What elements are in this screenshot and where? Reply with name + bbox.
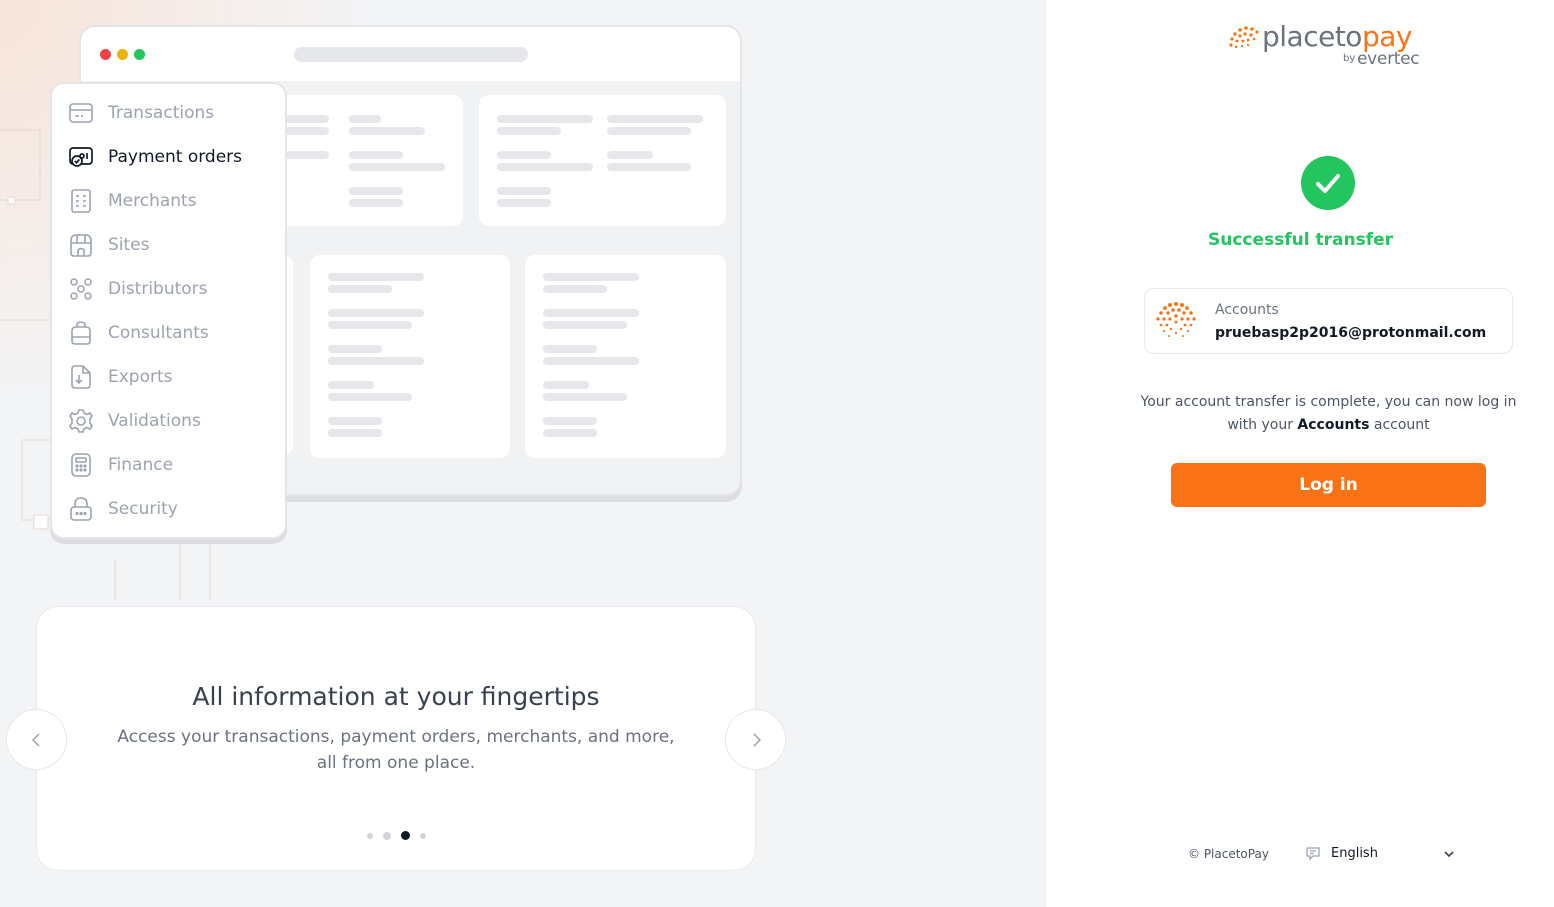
distributors-icon [66, 274, 96, 304]
skeleton-card [479, 95, 726, 226]
transfer-message: Your account transfer is complete, you c… [1132, 391, 1525, 437]
carousel-dot[interactable] [366, 832, 373, 839]
sidebar-item-label: Consultants [108, 323, 209, 343]
maximize-dot [134, 49, 145, 60]
brand-by: by [1343, 53, 1356, 64]
transfer-message-text-end: account [1369, 417, 1430, 433]
footer: © PlacetoPay English [1047, 845, 1554, 865]
sidebar-item-exports: Exports [66, 362, 173, 392]
right-panel: placetopay by evertec Successful transfe… [1047, 0, 1554, 907]
sidebar-item-label: Validations [108, 411, 201, 431]
briefcase-icon [66, 318, 96, 348]
sidebar-item-consultants: Consultants [66, 318, 209, 348]
placetopay-logo-mark [1229, 26, 1259, 49]
chat-bubble-icon [1306, 847, 1320, 861]
payment-orders-icon [66, 142, 96, 172]
sidebar-item-distributors: Distributors [66, 274, 208, 304]
lock-icon [66, 494, 96, 524]
calculator-icon [66, 450, 96, 480]
sidebar-item-label: Finance [108, 455, 174, 475]
account-label: Accounts [1215, 302, 1279, 318]
card-icon [66, 98, 96, 128]
copyright-text: © PlacetoPay [1188, 847, 1269, 861]
account-card: Accounts pruebasp2p2016@protonmail.com [1144, 288, 1513, 354]
minimize-dot [117, 49, 128, 60]
sidebar-item-label: Distributors [108, 279, 208, 299]
chevron-left-icon [31, 732, 40, 747]
carousel-dot-active[interactable] [400, 831, 410, 840]
account-email: pruebasp2p2016@protonmail.com [1215, 325, 1487, 341]
sidebar-item-label: Sites [108, 235, 150, 255]
carousel-dot[interactable] [419, 832, 426, 839]
sidebar-item-validations: Validations [66, 406, 201, 436]
merchants-icon [66, 186, 96, 216]
brand-parent: evertec [1357, 49, 1420, 69]
language-label: English [1331, 845, 1378, 861]
status-title: Successful transfer [1207, 230, 1394, 250]
success-check-icon [1301, 156, 1355, 210]
sidebar-item-label: Security [108, 499, 178, 519]
skeleton-card [265, 95, 463, 226]
close-dot [100, 49, 111, 60]
store-icon [66, 230, 96, 260]
url-placeholder [294, 47, 528, 62]
brand-name-prefix: placeto [1262, 20, 1362, 53]
sidebar-item-finance: Finance [66, 450, 173, 480]
log-in-button[interactable]: Log in [1171, 463, 1486, 507]
export-icon [66, 362, 96, 392]
gear-icon [66, 406, 96, 436]
sidebar-item-label: Merchants [108, 191, 197, 211]
skeleton-card [310, 255, 510, 458]
placetopay-logo: placetopay by evertec [1227, 20, 1427, 72]
sidebar-item-merchants: Merchants [66, 186, 197, 216]
transfer-message-bold: Accounts [1297, 417, 1370, 433]
carousel-dot[interactable] [382, 831, 391, 840]
carousel-card: All information at your fingertips Acces… [36, 606, 756, 871]
sidebar-item-label: Payment orders [108, 147, 243, 167]
carousel-next-button[interactable] [725, 709, 786, 770]
chevron-down-icon[interactable] [1442, 847, 1456, 861]
browser-toolbar [81, 27, 740, 81]
carousel-pagination [37, 831, 755, 840]
skeleton-card [525, 255, 726, 458]
carousel-prev-button[interactable] [6, 709, 67, 770]
left-panel: Transactions Payment orders Merchants Si… [0, 0, 1047, 907]
sidebar-item-sites: Sites [66, 230, 150, 260]
sidebar-item-security: Security [66, 494, 178, 524]
sidebar-item-label: Transactions [108, 103, 215, 123]
carousel-title: All information at your fingertips [192, 682, 600, 711]
language-selector[interactable]: English [1305, 845, 1378, 861]
carousel-description: Access your transactions, payment orders… [117, 727, 675, 773]
sidebar-item-label: Exports [108, 367, 173, 387]
chevron-right-icon [752, 732, 761, 747]
sidebar-item-transactions: Transactions [66, 98, 214, 128]
accounts-logo-icon [1156, 302, 1196, 337]
sidebar-item-payment-orders: Payment orders [66, 142, 242, 172]
sidebar-menu-mockup: Transactions Payment orders Merchants Si… [50, 82, 287, 539]
